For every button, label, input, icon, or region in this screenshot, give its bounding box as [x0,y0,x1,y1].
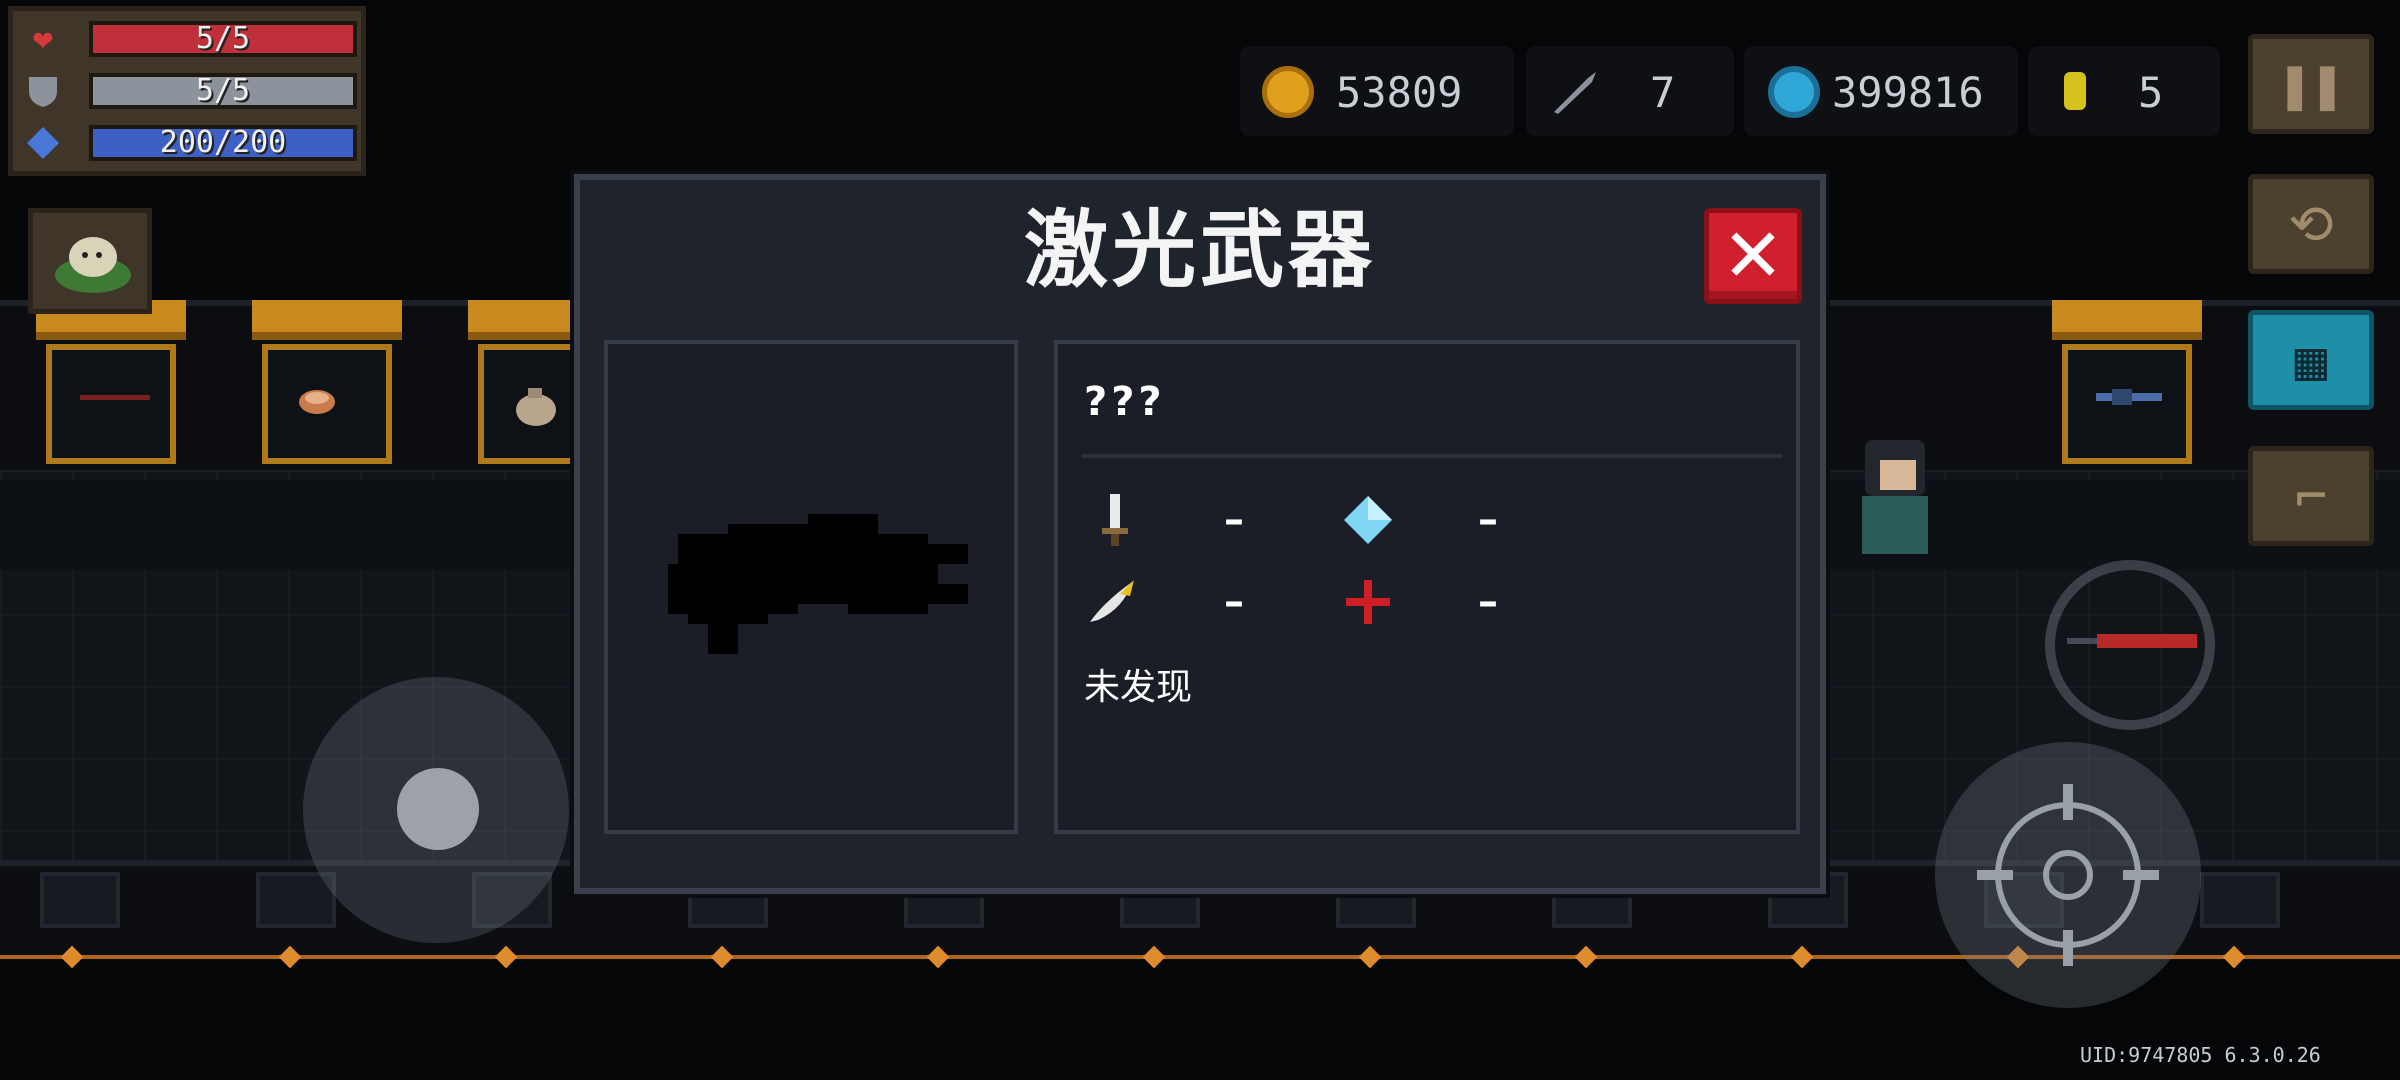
emote-button[interactable]: ⟲ [2248,174,2374,274]
sack-icon [508,380,558,437]
seed-counter: 5 [2028,46,2220,136]
energy-row: 200/200 [23,121,358,165]
hp-row: ❤ 5/5 [23,17,358,61]
damage-value: – [1224,497,1244,543]
move-joystick-knob[interactable] [397,768,479,850]
fish-icon [1548,66,1600,118]
gem-counter: 399816 [1744,46,2018,136]
weapon-info-panel: ??? – – – – 未发现 [1054,340,1800,834]
close-icon: ✕ [1721,213,1784,299]
weapon-display-shelf[interactable] [252,300,402,465]
feather-crit-icon [1090,580,1134,622]
armor-bar: 5/5 [89,73,357,109]
blaster-icon [2092,380,2172,420]
uid-version-label: UID:9747805 6.3.0.26 [2080,1043,2321,1067]
divider [1082,454,1782,458]
weapon-detail-dialog: 激光武器 ✕ ??? – – – – 未发现 [574,174,1826,894]
weapon-preview-panel [604,340,1018,834]
gem-value: 399816 [1832,68,1984,117]
energy-cost-value: – [1478,497,1498,543]
hp-value: 5/5 [195,21,251,56]
weapon-swap-button[interactable] [2045,560,2215,730]
crosshair-tick [1977,870,2013,880]
accuracy-value: – [1478,579,1498,625]
dialog-title: 激光武器 [1023,201,1376,299]
gem-icon [1768,66,1820,118]
seed-value: 5 [2138,68,2164,117]
seed-icon [2064,72,2086,110]
damage-stat: – [1084,490,1284,550]
energy-bar: 200/200 [89,125,357,161]
pause-icon: ❚❚ [2278,53,2344,116]
emote-icon: ⟲ [2288,193,2334,256]
close-button[interactable]: ✕ [1704,208,1802,304]
sword-icon [2067,634,2197,648]
pause-button[interactable]: ❚❚ [2248,34,2374,134]
discovery-status: 未发现 [1084,667,1193,708]
weapon-display-shelf[interactable] [2052,300,2202,465]
exit-icon: ⌐ [2294,465,2328,528]
food-bowl-icon [292,380,342,427]
energy-icon [23,125,63,161]
gold-counter: 53809 [1240,46,1514,136]
armor-row: 5/5 [23,69,358,113]
energy-value: 200/200 [159,125,287,160]
map-button[interactable]: ▦ [2248,310,2374,410]
crit-stat: – [1084,572,1284,632]
fish-value: 7 [1650,68,1676,117]
shield-icon [23,73,63,109]
heart-icon: ❤ [32,19,54,59]
crosshair-tick [2063,784,2073,820]
crosshair-accuracy-icon [1346,580,1390,624]
crosshair-center [2043,850,2093,900]
player-character [1840,420,1950,570]
weapon-silhouette-icon [668,514,968,654]
weapon-icon [76,380,156,420]
gold-coin-icon [1262,66,1314,118]
map-icon: ▦ [2294,329,2328,392]
pet-button[interactable] [28,208,152,314]
energy-cost-stat: – [1338,490,1538,550]
accuracy-stat: – [1338,572,1538,632]
pet-icon [55,237,131,293]
crit-value: – [1224,579,1244,625]
weapon-name: ??? [1084,379,1166,425]
exit-button[interactable]: ⌐ [2248,446,2374,546]
crosshair-tick [2063,930,2073,966]
fish-counter: 7 [1526,46,1734,136]
weapon-display-shelf[interactable] [36,300,186,465]
gold-value: 53809 [1336,68,1463,117]
armor-value: 5/5 [195,73,251,108]
hp-bar: 5/5 [89,21,357,57]
crosshair-tick [2123,870,2159,880]
sword-damage-icon [1102,494,1128,546]
player-stats-panel: ❤ 5/5 5/5 200/200 [8,6,366,176]
diamond-energy-icon [1344,496,1392,544]
